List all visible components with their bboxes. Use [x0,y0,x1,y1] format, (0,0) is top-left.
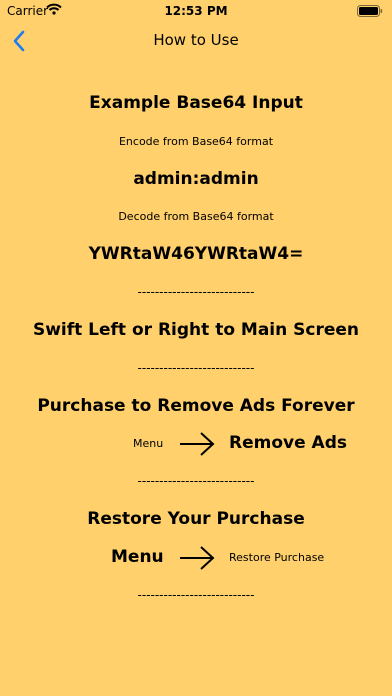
status-time: 12:53 PM [164,4,228,18]
page-title: How to Use [153,31,239,49]
arrow-right-icon [180,546,215,570]
separator-3: --------------------------- [137,474,255,488]
encode-value: admin:admin [133,169,259,189]
purchase-heading: Purchase to Remove Ads Forever [37,396,355,416]
restore-purchase-label: Restore Purchase [229,551,325,564]
separator-1: --------------------------- [137,285,255,299]
swipe-heading: Swift Left or Right to Main Screen [32,320,360,340]
restore-heading: Restore Your Purchase [87,509,305,529]
encode-caption: Encode from Base64 format [118,135,274,148]
arrow-right-icon [180,432,215,456]
battery-icon [357,5,383,17]
separator-4: --------------------------- [137,588,255,602]
navigation-bar: How to Use [0,22,392,62]
decode-caption: Decode from Base64 format [118,210,274,223]
restore-instruction-row: Menu Restore Purchase [0,543,392,573]
purchase-instruction-row: Menu Remove Ads [0,429,392,459]
purchase-menu-label: Menu [133,437,164,450]
example-heading: Example Base64 Input [89,93,303,113]
remove-ads-label: Remove Ads [229,433,347,453]
restore-menu-label: Menu [111,547,164,567]
status-bar: Carrier 12:53 PM [0,0,392,22]
separator-2: --------------------------- [137,361,255,375]
decode-value: YWRtaW46YWRtaW4= [88,244,304,264]
